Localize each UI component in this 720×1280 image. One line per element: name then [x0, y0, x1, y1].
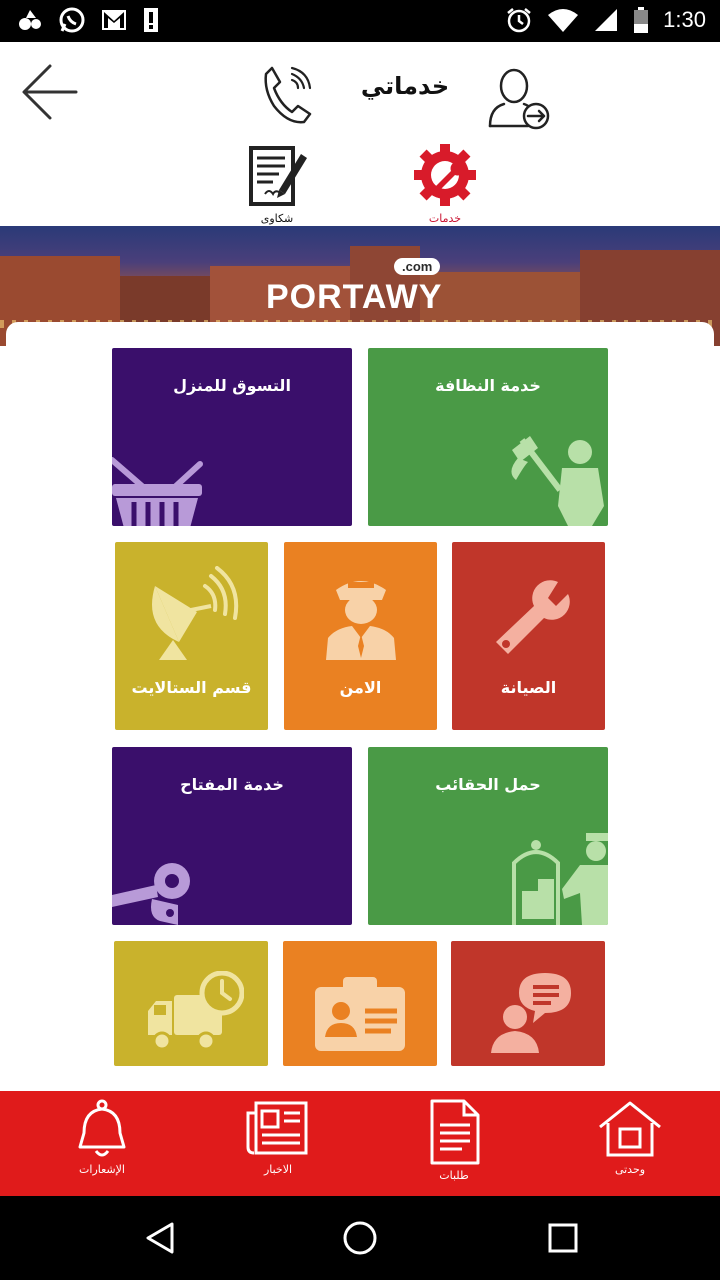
tile-customer-support[interactable] — [451, 941, 605, 1066]
system-back-button[interactable] — [140, 1218, 180, 1258]
nav-my-unit[interactable]: وحدتى — [570, 1099, 690, 1189]
satellite-dish-icon — [152, 566, 239, 660]
triangle-back-icon — [146, 1222, 174, 1254]
tab-services-label: خدمات — [428, 212, 462, 225]
banner-logo: PORTAWY — [266, 278, 443, 316]
nav-news[interactable]: الاخبار — [218, 1099, 338, 1189]
services-card: التسوق للمنزل خدمة النظافة قسم الستالايت — [6, 322, 714, 1092]
wrench-icon — [496, 580, 570, 654]
tile-maintenance-label: الصيانة — [500, 678, 557, 697]
home-icon — [599, 1101, 661, 1157]
banner-logo-suffix: .com — [394, 258, 441, 275]
tile-security-label: الامن — [339, 678, 382, 697]
tile-key-service[interactable]: خدمة المفتاح — [112, 747, 352, 925]
tab-complaints[interactable]: شكاوى — [232, 144, 322, 226]
nav-my-unit-label: وحدتى — [614, 1163, 646, 1176]
complaint-form-icon — [249, 146, 307, 206]
nav-news-label: الاخبار — [263, 1163, 293, 1176]
tile-security[interactable]: الامن — [284, 542, 437, 730]
system-nav-bar — [0, 1196, 720, 1280]
tile-key-service-label: خدمة المفتاح — [180, 775, 284, 794]
app-header: خدماتي — [0, 42, 720, 142]
whatsapp-icon — [59, 7, 85, 33]
bell-icon — [78, 1099, 126, 1157]
logout-button[interactable] — [484, 66, 556, 130]
phone-icon — [264, 66, 312, 124]
newspaper-icon — [246, 1101, 308, 1155]
bottom-nav: الإشعارات الاخبار طلبات وحدتى — [0, 1091, 720, 1196]
tile-home-shopping[interactable]: التسوق للمنزل — [112, 348, 352, 526]
tile-satellite-section-label: قسم الستالايت — [131, 678, 252, 697]
system-home-button[interactable] — [340, 1218, 380, 1258]
tile-luggage-carrying[interactable]: حمل الحقائب — [368, 747, 608, 925]
signal-icon — [595, 9, 618, 31]
circle-home-icon — [343, 1221, 377, 1255]
customer-support-icon — [491, 973, 571, 1053]
alert-icon — [144, 8, 158, 32]
cleaner-icon — [511, 436, 604, 526]
gmail-icon — [102, 10, 126, 30]
status-time: 1:30 — [663, 7, 706, 32]
app-notification-icon — [19, 10, 41, 30]
basket-icon — [112, 457, 203, 526]
nav-requests[interactable]: طلبات — [394, 1099, 514, 1189]
id-card-icon — [315, 977, 405, 1051]
system-recents-button[interactable] — [543, 1218, 583, 1258]
bellboy-icon — [512, 833, 608, 925]
nav-requests-label: طلبات — [439, 1169, 469, 1182]
back-button[interactable] — [20, 62, 80, 122]
security-guard-icon — [326, 581, 396, 660]
document-icon — [430, 1099, 480, 1165]
tile-cleaning-service[interactable]: خدمة النظافة — [368, 348, 608, 526]
call-button[interactable] — [258, 64, 314, 126]
arrow-left-icon — [22, 64, 78, 120]
tile-maintenance[interactable]: الصيانة — [452, 542, 605, 730]
tile-delivery[interactable] — [114, 941, 268, 1066]
subtabs: شكاوى خدمات — [0, 142, 720, 226]
nav-notifications[interactable]: الإشعارات — [42, 1099, 162, 1189]
tile-cleaning-service-label: خدمة النظافة — [435, 376, 541, 395]
wifi-icon — [548, 9, 579, 32]
square-recents-icon — [548, 1223, 578, 1253]
alarm-icon — [507, 8, 531, 33]
tile-id-card[interactable] — [283, 941, 437, 1066]
tile-satellite-section[interactable]: قسم الستالايت — [115, 542, 268, 730]
page-title: خدماتي — [360, 72, 450, 100]
gear-wrench-icon — [414, 144, 476, 206]
nav-notifications-label: الإشعارات — [79, 1163, 125, 1176]
user-logout-icon — [488, 68, 550, 130]
tab-services[interactable]: خدمات — [400, 144, 490, 226]
tab-complaints-label: شكاوى — [260, 212, 294, 225]
tile-home-shopping-label: التسوق للمنزل — [173, 376, 291, 395]
battery-icon — [634, 7, 649, 33]
status-bar: 1:30 — [0, 0, 720, 42]
key-icon — [112, 863, 190, 925]
tile-luggage-carrying-label: حمل الحقائب — [435, 775, 541, 794]
delivery-truck-icon — [148, 971, 244, 1051]
